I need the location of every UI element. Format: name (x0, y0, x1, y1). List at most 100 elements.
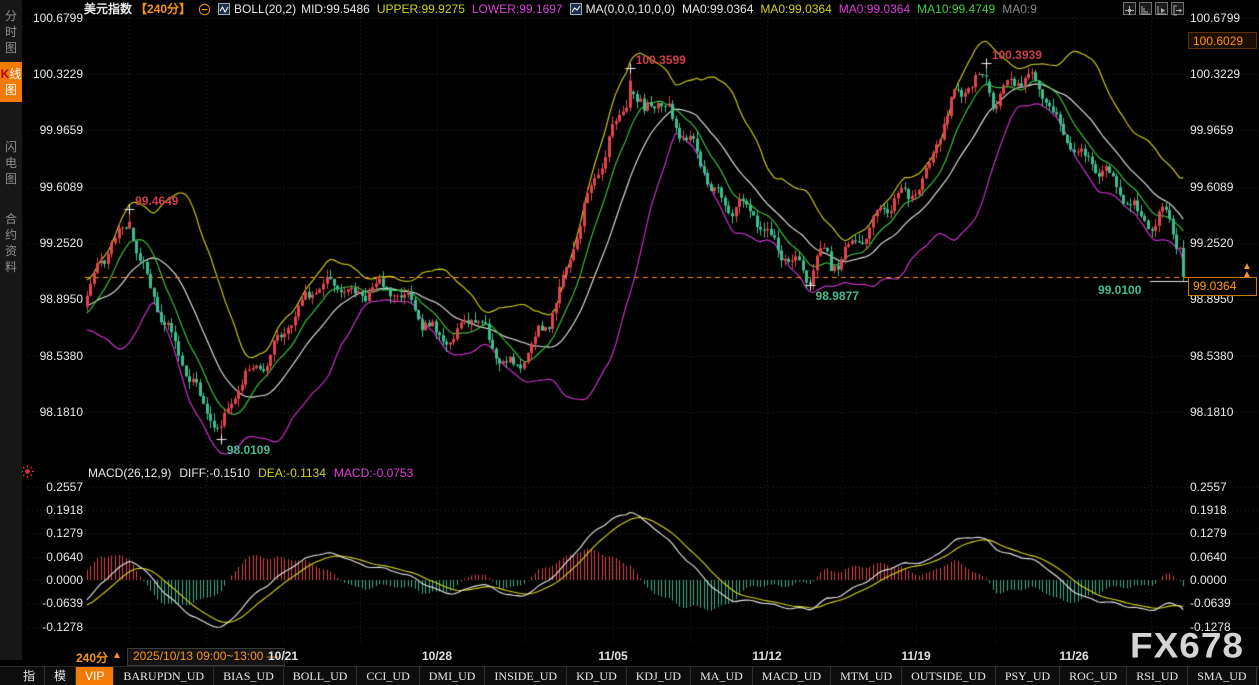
collapse-icon[interactable] (198, 3, 211, 15)
macd-axis-label-left: -0.0639 (28, 596, 83, 610)
date-axis-label: 11/26 (1052, 649, 1096, 663)
price-axis-label-right: 99.6089 (1190, 180, 1233, 194)
trading-app: 美元指数 【240分】 BOLL(20,2) MID:99.5486 UPPER… (0, 0, 1259, 685)
toolbar-tab-rocud[interactable]: ROC_UD (1060, 667, 1127, 685)
price-up-arrow-icon: ▲▲ (1242, 263, 1252, 279)
ma0-magenta-value: MA0:99.0364 (839, 2, 910, 16)
boll-upper-value: UPPER:99.9275 (377, 2, 465, 16)
macd-axis-label-right: 0.0000 (1190, 573, 1227, 587)
toolbar-tab-[interactable]: 指标 (14, 667, 45, 685)
toolbar-tab-barupdnud[interactable]: BARUPDN_UD (114, 667, 214, 685)
sidebar-item-timeshare[interactable]: 分时图 (0, 4, 22, 60)
price-axis-label-left: 100.6799 (28, 11, 83, 25)
macd-axis-label-right: -0.1278 (1190, 620, 1231, 634)
extreme-price-annotation: 100.3599 (636, 53, 686, 67)
price-axis-label-left: 98.8950 (28, 292, 83, 306)
date-axis-label: 11/12 (745, 649, 789, 663)
price-axis-label-right: 98.5380 (1190, 349, 1233, 363)
extreme-price-annotation: 98.0109 (227, 443, 270, 457)
sidebar-item-initial: K (1, 67, 10, 81)
left-sidebar: 分时图K线图闪电图合约资料 (0, 0, 22, 660)
macd-axis-label-right: 0.0640 (1190, 550, 1227, 564)
toolbar-tab-kdud[interactable]: KD_UD (567, 667, 627, 685)
boll-indicator-icon[interactable] (218, 3, 231, 15)
toolbar-tab-cciud[interactable]: CCI_UD (357, 667, 419, 685)
sidebar-item-contract-info[interactable]: 合约资料 (0, 207, 22, 279)
pan-icon[interactable] (1123, 2, 1136, 15)
macd-axis-label-left: 0.1279 (28, 526, 83, 540)
extreme-price-annotation: 100.3939 (992, 48, 1042, 62)
extreme-price-annotation: 98.9877 (816, 289, 859, 303)
macd-macd-value: MACD:-0.0753 (334, 466, 413, 480)
range-high-label: 100.6029 (1188, 32, 1257, 49)
ma0-gray-value: MA0:9 (1002, 2, 1037, 16)
macd-diff-value: DIFF:-0.1510 (179, 466, 250, 480)
window-controls (1123, 2, 1184, 15)
axis-scale-left-icon[interactable] (1139, 2, 1152, 15)
axis-scale-right-icon[interactable] (1155, 2, 1168, 15)
toolbar-tab-macdud[interactable]: MACD_UD (753, 667, 831, 685)
ma-indicator-icon[interactable] (570, 3, 583, 15)
toolbar-tab-mtmud[interactable]: MTM_UD (831, 667, 902, 685)
macd-header: MACD(26,12,9) DIFF:-0.1510 DEA:-0.1134 M… (88, 466, 413, 480)
toolbar-tab-rsiud[interactable]: RSI_UD (1127, 667, 1188, 685)
price-axis-label-left: 99.9659 (28, 123, 83, 137)
ma-label: MA(0,0,0,10,0,0) (586, 2, 675, 16)
price-axis-label-left: 100.3229 (28, 67, 83, 81)
timeframe-label[interactable]: 240分 (76, 649, 108, 666)
toolbar-tab-vip[interactable]: VIP指标 (76, 667, 114, 685)
toolbar-tab-maud[interactable]: MA_UD (691, 667, 753, 685)
macd-axis-label-right: -0.0639 (1190, 596, 1231, 610)
date-axis-label: 10/21 (261, 649, 305, 663)
detach-window-icon[interactable] (1171, 2, 1184, 15)
toolbar-tab-outsideud[interactable]: OUTSIDE_UD (902, 667, 996, 685)
price-axis-label-right: 100.3229 (1190, 67, 1240, 81)
price-axis-label-left: 98.1810 (28, 405, 83, 419)
macd-axis-label-left: 0.0000 (28, 573, 83, 587)
sidebar-item-kline[interactable]: K线图 (0, 62, 22, 102)
macd-axis-label-left: -0.1278 (28, 620, 83, 634)
chart-canvas[interactable] (0, 0, 1259, 685)
price-axis-label-right: 98.1810 (1190, 405, 1233, 419)
timeframe-arrow-icon[interactable]: ▲ (112, 650, 122, 661)
toolbar-tab-smaud[interactable]: SMA_UD (1188, 667, 1256, 685)
macd-axis-label-right: 0.1279 (1190, 526, 1227, 540)
macd-settings-icon[interactable] (20, 464, 36, 480)
toolbar-tab-insideud[interactable]: INSIDE_UD (485, 667, 567, 685)
macd-axis-label-right: 0.2557 (1190, 480, 1227, 494)
session-low-annotation: 99.0100 (1098, 283, 1141, 297)
ma10-value: MA10:99.4749 (917, 2, 995, 16)
ma0-yellow-value: MA0:99.0364 (760, 2, 831, 16)
macd-axis-label-right: 0.1918 (1190, 503, 1227, 517)
toolbar-tab-biasud[interactable]: BIAS_UD (214, 667, 284, 685)
macd-axis-label-left: 0.1918 (28, 503, 83, 517)
toolbar-tab-kdjud[interactable]: KDJ_UD (627, 667, 691, 685)
toolbar-tab-dmiud[interactable]: DMI_UD (420, 667, 486, 685)
toolbar-tab-psyud[interactable]: PSY_UD (996, 667, 1060, 685)
indicator-header: 美元指数 【240分】 BOLL(20,2) MID:99.5486 UPPER… (84, 1, 1122, 16)
price-axis-label-left: 99.6089 (28, 180, 83, 194)
toolbar-tab-bollud[interactable]: BOLL_UD (284, 667, 358, 685)
macd-dea-value: DEA:-0.1134 (258, 466, 326, 480)
macd-label: MACD(26,12,9) (88, 466, 171, 480)
date-axis-label: 11/19 (894, 649, 938, 663)
macd-axis-label-left: 0.0640 (28, 550, 83, 564)
price-axis-label-right: 100.6799 (1190, 11, 1240, 25)
boll-label: BOLL(20,2) (234, 2, 296, 16)
boll-lower-value: LOWER:99.1697 (472, 2, 563, 16)
date-axis-label: 10/28 (415, 649, 459, 663)
price-axis-label-left: 99.2520 (28, 236, 83, 250)
period-badge: 【240分】 (135, 1, 191, 16)
price-axis-label-right: 99.9659 (1190, 123, 1233, 137)
ma0-white-value: MA0:99.0364 (682, 2, 753, 16)
indicator-toolbar: 指标模板VIP指标BARUPDN_UDBIAS_UDBOLL_UDCCI_UDD… (0, 666, 1259, 685)
sidebar-item-flash[interactable]: 闪电图 (0, 135, 22, 191)
boll-mid-value: MID:99.5486 (301, 2, 370, 16)
extreme-price-annotation: 99.4649 (135, 194, 178, 208)
macd-axis-label-left: 0.2557 (28, 480, 83, 494)
price-axis-label-left: 98.5380 (28, 349, 83, 363)
symbol-title: 美元指数 (84, 1, 132, 16)
toolbar-tab-[interactable]: 模板 (45, 667, 76, 685)
date-axis-label: 11/05 (591, 649, 635, 663)
price-axis-label-right: 99.2520 (1190, 236, 1233, 250)
